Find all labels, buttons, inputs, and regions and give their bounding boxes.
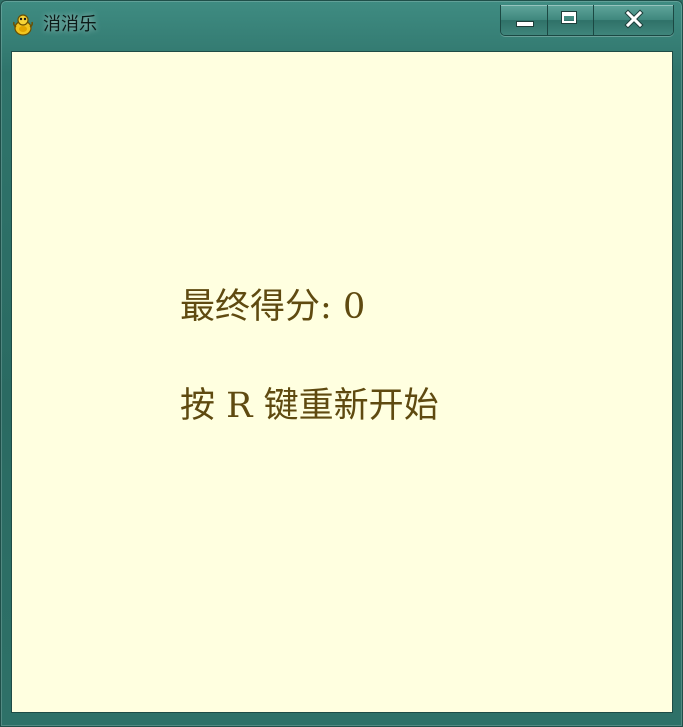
minimize-icon — [517, 22, 533, 26]
final-score-label: 最终得分: — [180, 287, 332, 327]
maximize-button[interactable] — [548, 5, 594, 35]
pygame-snake-icon — [13, 14, 33, 36]
minimize-button[interactable] — [501, 5, 548, 35]
maximize-icon — [561, 11, 577, 24]
app-window: 消消乐 最终得分: 0 按 R 键重新开始 — [0, 0, 683, 727]
caption-buttons — [500, 5, 674, 36]
final-score: 最终得分: 0 — [180, 287, 365, 327]
restart-hint: 按 R 键重新开始 — [180, 386, 439, 426]
close-icon — [624, 9, 644, 29]
window-title: 消消乐 — [43, 14, 97, 35]
title-bar[interactable]: 消消乐 — [1, 1, 682, 49]
final-score-value: 0 — [342, 287, 366, 327]
close-button[interactable] — [594, 5, 673, 35]
game-canvas[interactable]: 最终得分: 0 按 R 键重新开始 — [11, 51, 673, 713]
